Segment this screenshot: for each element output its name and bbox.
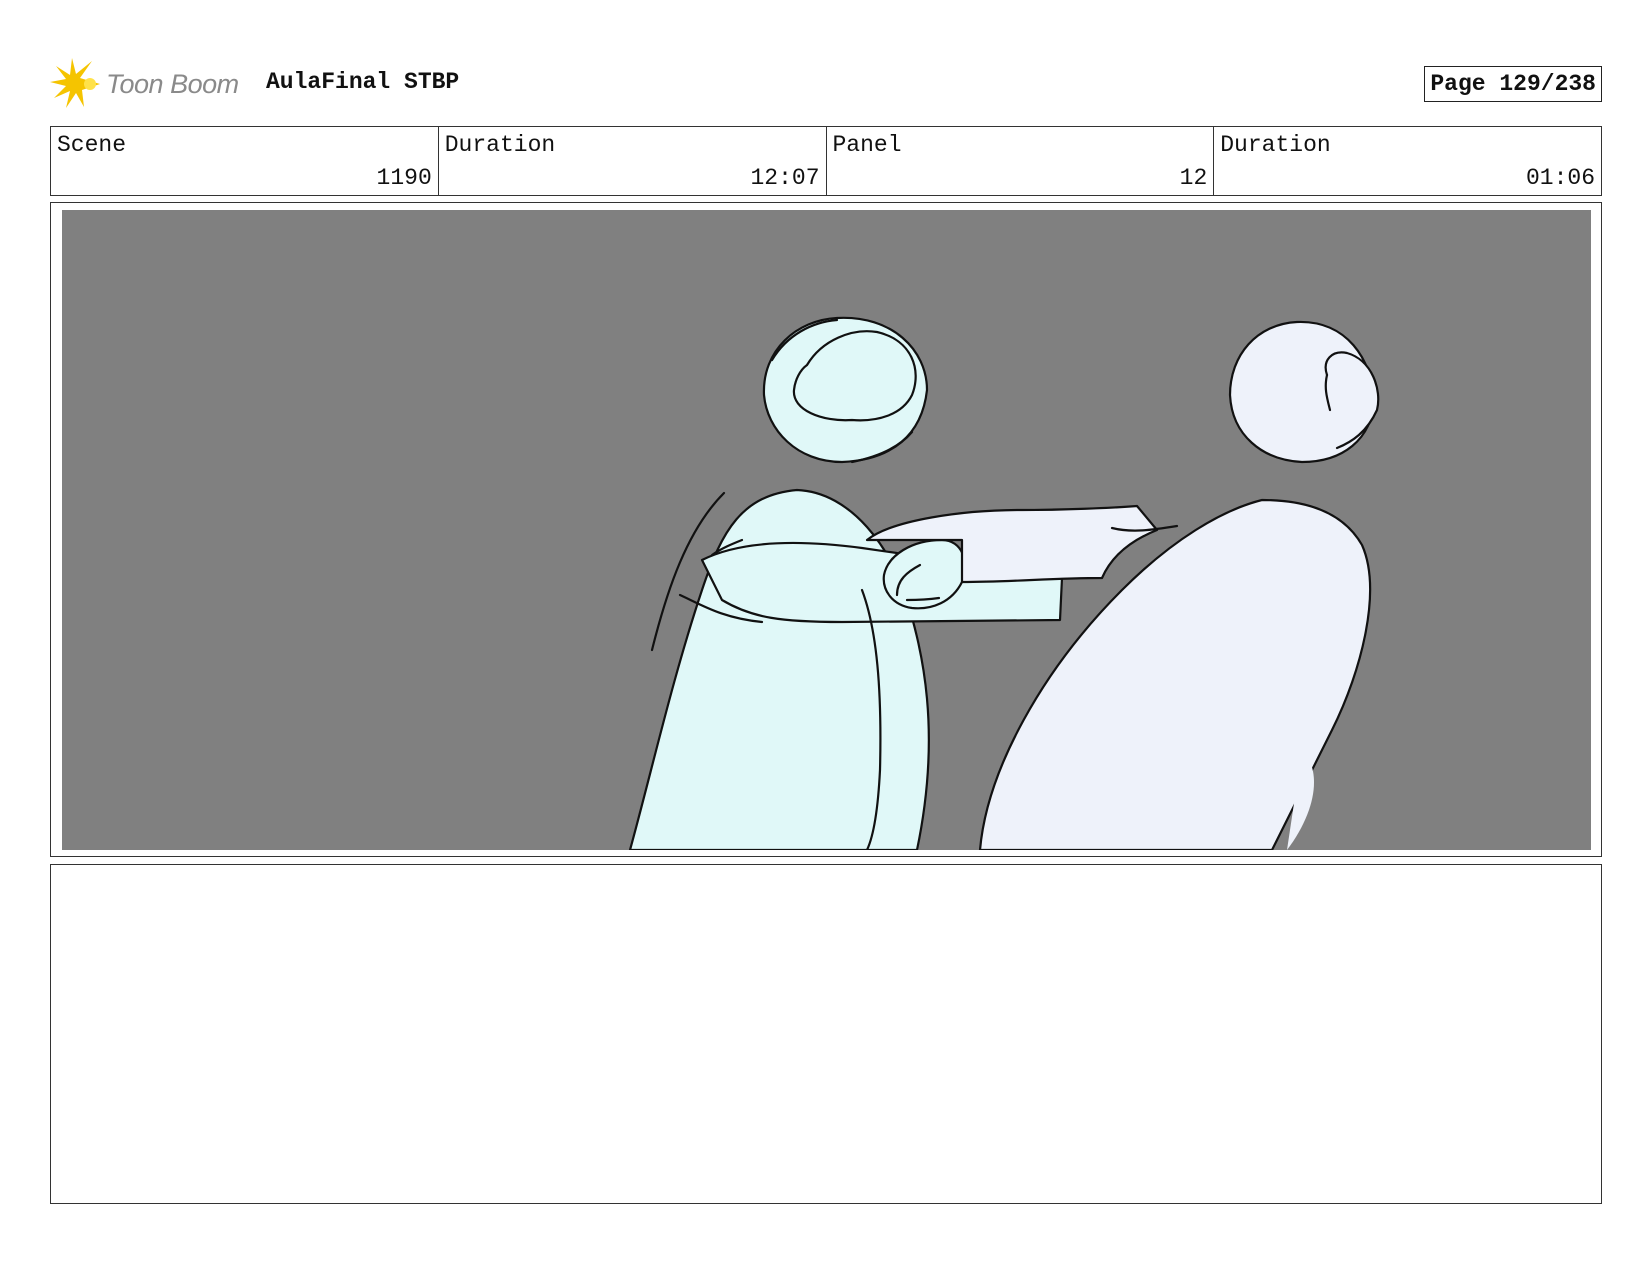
toon-boom-logo: Toon Boom (50, 58, 239, 110)
scene-duration-cell: Duration 12:07 (439, 127, 827, 195)
panel-duration-cell: Duration 01:06 (1214, 127, 1601, 195)
scene-value: 1190 (376, 165, 432, 191)
panel-label: Panel (832, 132, 902, 158)
panel-value: 12 (1179, 165, 1208, 191)
project-title: AulaFinal STBP (266, 69, 460, 95)
panel-duration-label: Duration (1220, 132, 1331, 158)
panel-duration-value: 01:06 (1525, 165, 1595, 191)
storyboard-sketch (628, 316, 1380, 850)
scene-info-row: Scene 1190 Duration 12:07 Panel 12 Durat… (50, 126, 1602, 196)
scene-duration-value: 12:07 (750, 165, 820, 191)
page-header: Toon Boom AulaFinal STBP Page 129/238 (50, 58, 1602, 110)
notes-area (50, 864, 1602, 1204)
panel-drawing (62, 210, 1591, 850)
scene-cell: Scene 1190 (51, 127, 439, 195)
panel-frame (50, 202, 1602, 857)
starburst-icon (50, 58, 100, 108)
page-number: Page 129/238 (1424, 66, 1602, 102)
scene-duration-label: Duration (444, 132, 556, 158)
panel-cell: Panel 12 (827, 127, 1215, 195)
logo-text: Toon Boom (106, 68, 239, 99)
scene-label: Scene (57, 132, 127, 158)
